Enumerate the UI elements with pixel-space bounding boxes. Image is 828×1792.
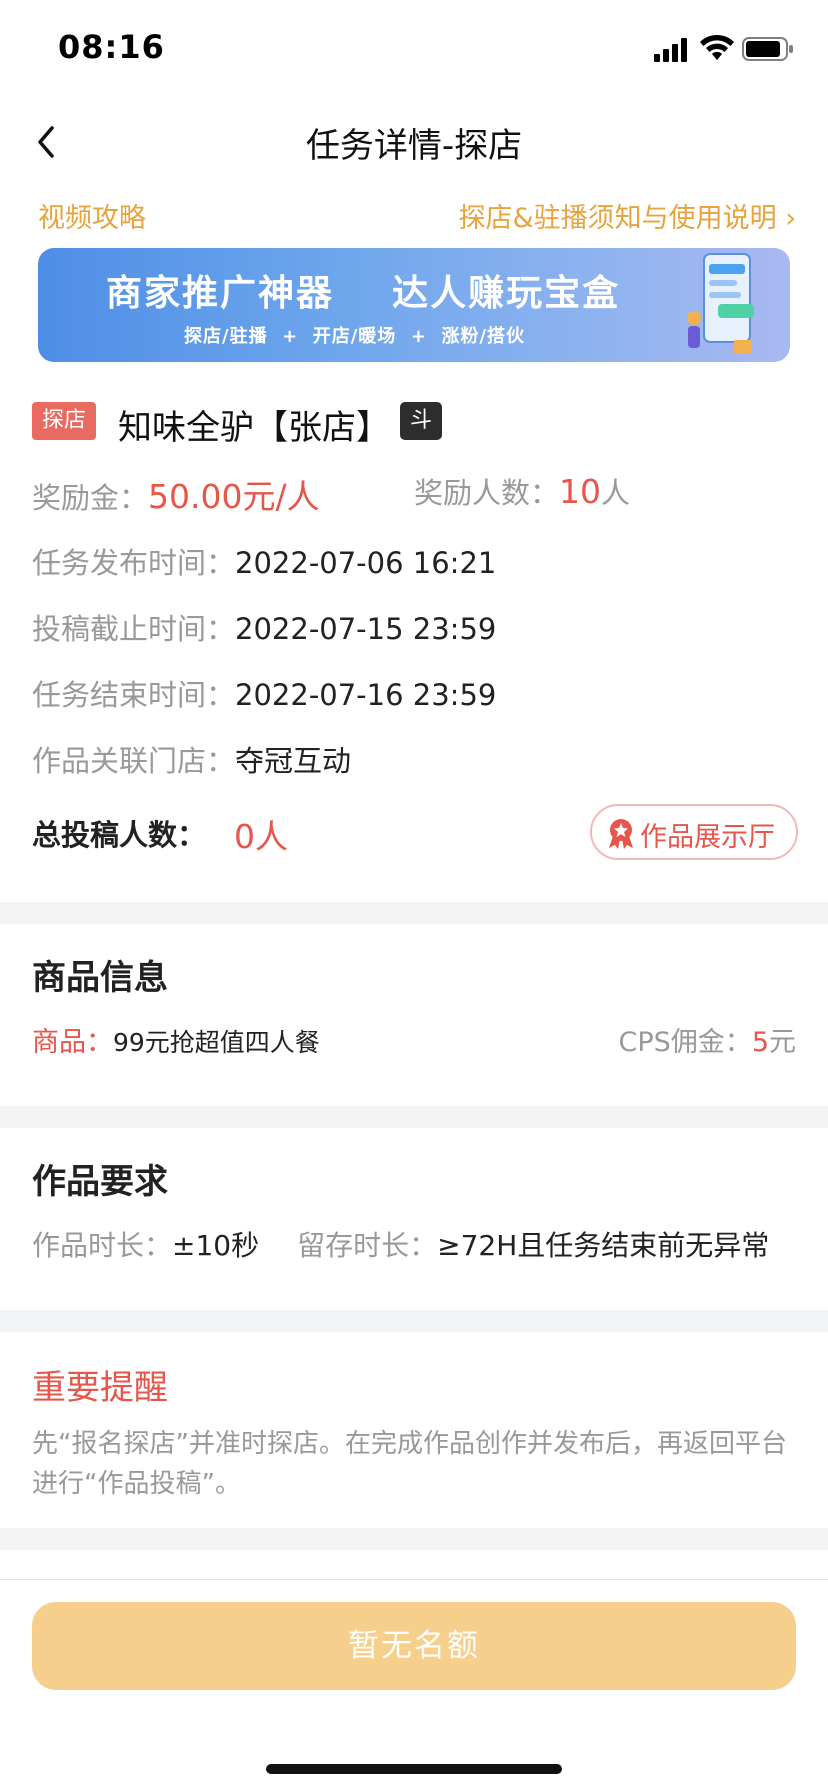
reminder-text: 先“报名探店”并准时探店。在完成作品创作并发布后，再返回平台进行“作品投稿”。 <box>32 1429 787 1499</box>
product-label: 商品： <box>32 1027 113 1058</box>
status-bar: 08:16 <box>0 0 828 100</box>
retention-value: ≥72H且任务结束前无异常 <box>437 1229 770 1262</box>
gallery-button-label: 作品展示厅 <box>640 822 775 853</box>
section-divider <box>0 902 828 924</box>
battery-icon <box>742 37 793 61</box>
detail-label: 任务发布时间： <box>32 546 236 580</box>
detail-label: 投稿截止时间： <box>32 612 236 646</box>
instructions-link[interactable]: 探店&驻播须知与使用说明 › <box>459 196 796 235</box>
reward-amount: 奖励金：50.00元/人 <box>32 470 320 518</box>
detail-value: 2022-07-15 23:59 <box>235 612 497 646</box>
phone-illustration-icon <box>687 253 754 354</box>
banner-headline: 商家推广神器 达人赚玩宝盒 <box>106 273 621 314</box>
product-row: 商品：99元抢超值四人餐 CPS佣金：5元 <box>32 1020 796 1060</box>
task-type-tag: 探店 <box>32 402 96 440</box>
promo-banner[interactable]: 商家推广神器 达人赚玩宝盒 探店/驻播 + 开店/暖场 + 涨粉/搭伙 <box>38 248 790 362</box>
nav-bar: 任务详情-探店 <box>0 100 828 184</box>
reward-row: 奖励金：50.00元/人 奖励人数：10人 <box>32 470 792 516</box>
video-guide-link[interactable]: 视频攻略 <box>38 196 146 235</box>
reminder-section-title: 重要提醒 <box>32 1368 168 1408</box>
publish-time-row: 任务发布时间：2022-07-06 16:21 <box>32 540 792 582</box>
product-name: 99元抢超值四人餐 <box>113 1028 320 1057</box>
reward-people-unit: 人 <box>601 476 631 510</box>
signal-icon <box>654 38 687 62</box>
reward-people-label: 奖励人数： <box>414 476 560 510</box>
links-row: 视频攻略 探店&驻播须知与使用说明 › <box>0 196 828 236</box>
shop-name: 知味全驴【张店】 <box>118 408 390 448</box>
detail-value: 夺冠互动 <box>235 744 352 778</box>
detail-label: 任务结束时间： <box>32 678 236 712</box>
detail-label: 作品关联门店： <box>32 744 236 778</box>
page-title: 任务详情-探店 <box>305 126 523 166</box>
reward-amount-label: 奖励金： <box>32 481 149 515</box>
linked-store-row: 作品关联门店：夺冠互动 <box>32 738 792 780</box>
requirements-row: 作品时长：±10秒 留存时长：≥72H且任务结束前无异常 <box>32 1224 802 1266</box>
product-info: 商品：99元抢超值四人餐 <box>32 1020 320 1059</box>
gallery-button[interactable]: 作品展示厅 <box>590 804 798 860</box>
section-divider <box>0 1106 828 1128</box>
bottom-bar-border <box>0 1579 828 1580</box>
cps-commission: CPS佣金：5元 <box>619 1020 796 1059</box>
duration-value: ±10秒 <box>172 1229 260 1262</box>
banner-subline: 探店/驻播 + 开店/暖场 + 涨粉/搭伙 <box>184 326 526 347</box>
total-submissions-row: 总投稿人数： 0人 作品展示厅 <box>32 804 798 860</box>
reward-amount-value: 50.00元/人 <box>148 477 320 516</box>
shop-title-row: 探店 知味全驴【张店】 斗 <box>32 400 792 448</box>
product-section-title: 商品信息 <box>32 958 168 998</box>
award-medal-icon <box>609 819 633 849</box>
platform-badge: 斗 <box>400 402 442 440</box>
total-submissions-label: 总投稿人数： <box>32 818 207 852</box>
retention-label: 留存时长： <box>297 1229 438 1262</box>
requirements-section-title: 作品要求 <box>32 1162 168 1202</box>
cps-unit: 元 <box>769 1027 796 1058</box>
status-time: 08:16 <box>58 28 165 66</box>
detail-value: 2022-07-16 23:59 <box>235 678 497 712</box>
section-divider <box>0 1310 828 1332</box>
detail-value: 2022-07-06 16:21 <box>235 546 497 580</box>
reward-people-value: 10 <box>559 472 602 511</box>
total-submissions-value: 0人 <box>234 817 288 856</box>
wifi-icon <box>700 34 734 60</box>
cps-label: CPS佣金： <box>618 1027 752 1058</box>
duration-label: 作品时长： <box>32 1229 173 1262</box>
end-time-row: 任务结束时间：2022-07-16 23:59 <box>32 672 792 714</box>
cps-value: 5 <box>751 1027 769 1058</box>
apply-button[interactable]: 暂无名额 <box>32 1602 796 1690</box>
deadline-row: 投稿截止时间：2022-07-15 23:59 <box>32 606 792 648</box>
home-indicator <box>266 1764 562 1774</box>
section-divider <box>0 1528 828 1550</box>
reward-people: 奖励人数：10人 <box>414 470 630 512</box>
